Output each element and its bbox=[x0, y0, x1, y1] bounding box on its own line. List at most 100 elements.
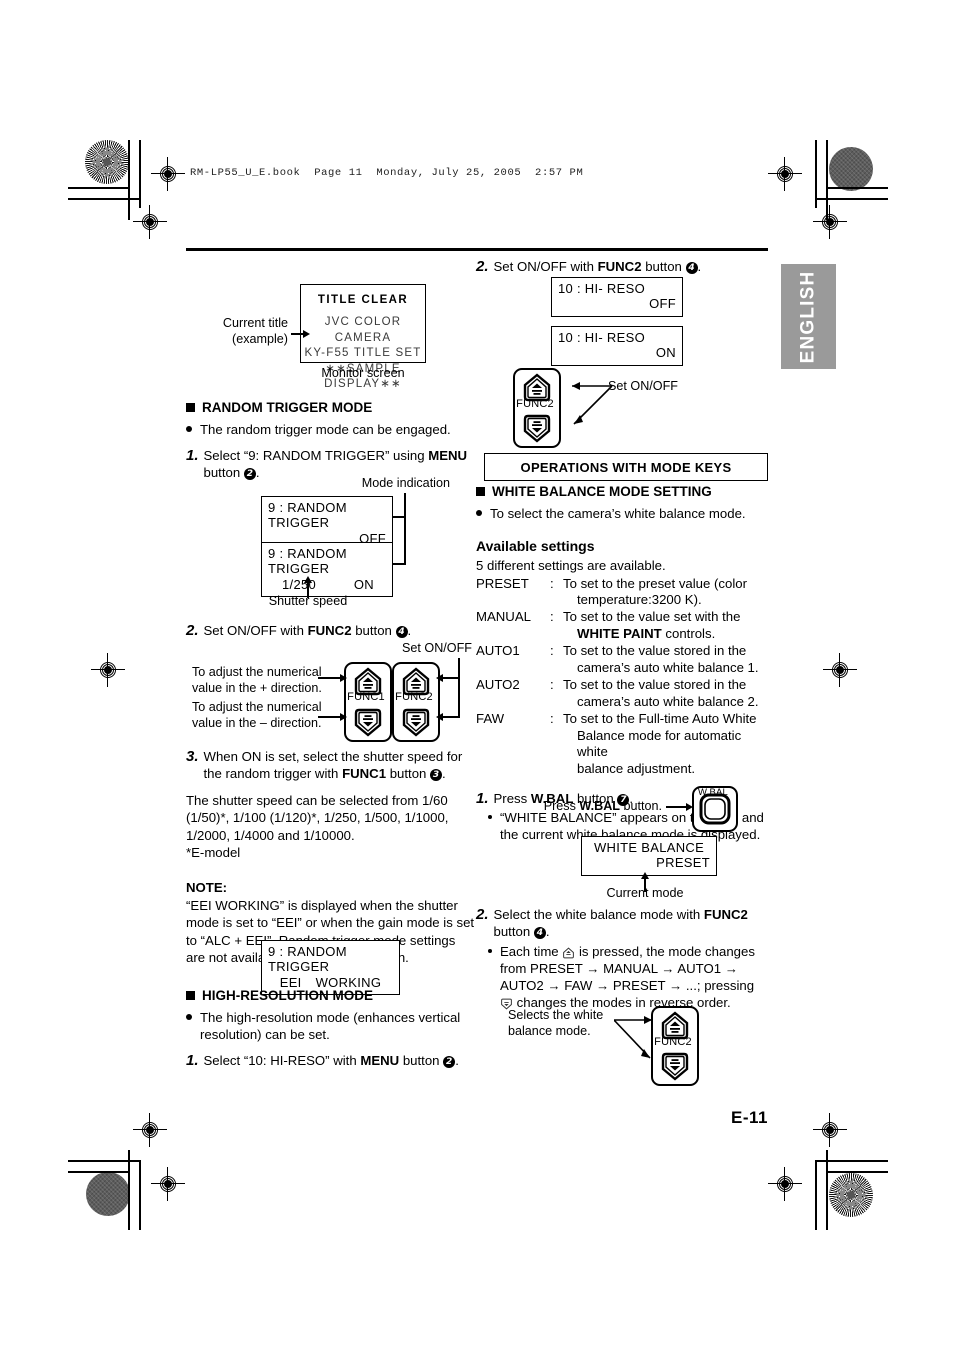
round-bullet-icon bbox=[186, 425, 192, 432]
hireso-step-2-text-end: . bbox=[697, 259, 702, 274]
note-label: NOTE: bbox=[186, 880, 228, 896]
mode-indication-leader-v bbox=[404, 493, 406, 565]
available-settings-title: Available settings bbox=[476, 538, 595, 555]
func2-button-ref: FUNC2 bbox=[597, 259, 642, 274]
step-2-text-b: button bbox=[351, 623, 396, 638]
step-2-text: Set ON/OFF with FUNC2 button 4. bbox=[204, 622, 411, 639]
wb-step-2-text: Select the white balance mode with FUNC2… bbox=[494, 906, 768, 941]
plus-direction-line2: value in the + direction. bbox=[192, 680, 322, 695]
crop-mark-bl-v1 bbox=[128, 1150, 130, 1230]
set-onoff-leader-h1-left bbox=[443, 677, 460, 679]
high-resolution-section: HIGH-RESOLUTION MODE The high-resolution… bbox=[186, 988, 476, 1070]
wb-step-2-sub-a: Each time bbox=[500, 943, 563, 959]
menu-button-ref: MENU bbox=[428, 448, 468, 464]
high-resolution-bullet: The high-resolution mode (enhances verti… bbox=[186, 1009, 476, 1043]
step-number: 2. bbox=[476, 906, 489, 923]
shutter-speed-arrow-icon bbox=[304, 576, 312, 583]
func-up-key-inline-icon bbox=[563, 947, 575, 959]
minus-direction-caption: To adjust the numerical value in the – d… bbox=[192, 700, 324, 731]
registration-crosshair-top-left-inner bbox=[133, 205, 167, 239]
plus-direction-caption: To adjust the numerical value in the + d… bbox=[192, 665, 324, 696]
crop-mark-tl-h2 bbox=[68, 198, 141, 200]
func2-key-label-left: FUNC2 bbox=[395, 691, 433, 703]
registration-crosshair-top-left-outer bbox=[151, 157, 185, 191]
step-3-text-end: . bbox=[442, 766, 446, 782]
hr-step-1-text-end: . bbox=[455, 1053, 459, 1069]
registration-crosshair-top-right-outer bbox=[768, 157, 802, 191]
crop-mark-bl-h2 bbox=[68, 1160, 141, 1162]
setting-desc: To set to the value set with the WHITE P… bbox=[563, 609, 768, 643]
registration-crosshair-bottom-left-inner bbox=[133, 1113, 167, 1147]
setting-desc: To set to the value stored in the camera… bbox=[563, 643, 768, 677]
lcd-white-balance-preset: WHITE BALANCE PRESET bbox=[581, 836, 717, 876]
plus-direction-leader bbox=[318, 677, 342, 679]
func1-key-label: FUNC1 bbox=[347, 691, 385, 703]
func1-button-ref: FUNC1 bbox=[342, 766, 387, 782]
table-row: MANUAL : To set to the value set with th… bbox=[476, 609, 768, 643]
shutter-speed-caption: Shutter speed bbox=[268, 594, 348, 608]
setting-desc-line2: temperature:3200 K). bbox=[577, 592, 702, 608]
white-paint-ref: WHITE PAINT bbox=[577, 626, 662, 642]
wb-step-2-text-b: button bbox=[493, 924, 534, 940]
setting-desc: To set to the preset value (color temper… bbox=[563, 576, 768, 610]
crop-mark-tl-h1 bbox=[68, 187, 130, 189]
hireso-step-2-text-b: button bbox=[641, 259, 686, 274]
press-wbal-leader bbox=[666, 806, 688, 808]
page-number: E-11 bbox=[731, 1108, 768, 1127]
emodel-note: *E-model bbox=[186, 845, 241, 861]
setting-desc-line2: WHITE PAINT controls. bbox=[563, 626, 768, 643]
monitor-line-1: JVC COLOR CAMERA bbox=[324, 316, 402, 344]
random-trigger-step-2-block: 2. Set ON/OFF with FUNC2 button 4. bbox=[186, 622, 476, 640]
setting-desc: To set to the value stored in the camera… bbox=[563, 677, 768, 711]
press-wbal-text-b: button. bbox=[619, 799, 662, 813]
setting-key: AUTO1 bbox=[476, 643, 520, 659]
step-number: 3. bbox=[186, 748, 199, 765]
setting-key: AUTO2 bbox=[476, 676, 520, 692]
setting-key: MANUAL bbox=[476, 609, 531, 625]
setting-key: FAW bbox=[476, 710, 505, 726]
registration-crosshair-bottom-right-inner bbox=[813, 1113, 847, 1147]
setting-desc-line3: balance adjustment. bbox=[577, 761, 696, 777]
registration-graydot-bottom-left bbox=[86, 1172, 130, 1216]
wb-step-1-text-a: Press bbox=[493, 791, 531, 807]
crop-mark-tr-h1 bbox=[826, 187, 888, 189]
circled-number-4-icon: 4 bbox=[395, 626, 408, 638]
current-title-caption: Current title (example) bbox=[188, 316, 288, 347]
crop-mark-br-h2 bbox=[815, 1160, 888, 1162]
step-number: 1. bbox=[186, 1052, 199, 1070]
circled-number-2-icon: 2 bbox=[243, 468, 256, 481]
random-trigger-heading: RANDOM TRIGGER MODE bbox=[186, 400, 476, 417]
hr-step-1-text-b: button bbox=[399, 1053, 444, 1069]
hr-step-1-text-a: Select “10: HI-RESO” with bbox=[203, 1053, 361, 1069]
lcd-hireso-off: 10 : HI- RESO OFF bbox=[551, 277, 683, 317]
step-1-text-a: Select “9: RANDOM TRIGGER” using bbox=[203, 448, 429, 464]
monitor-title-text: TITLE CLEAR bbox=[317, 294, 409, 306]
setting-colon: : bbox=[550, 609, 554, 625]
crop-mark-tr-v1 bbox=[826, 140, 828, 220]
set-onoff-caption-left: Set ON/OFF bbox=[402, 641, 472, 655]
current-mode-caption: Current mode bbox=[606, 886, 684, 900]
table-row: FAW : To set to the Full-time Auto White… bbox=[476, 711, 768, 779]
wb-step-2-text-a: Select the white balance mode with bbox=[493, 907, 704, 922]
selects-white-balance-leader bbox=[614, 1016, 652, 1059]
wbal-key-label: W.BAL bbox=[697, 787, 729, 798]
round-bullet-icon bbox=[488, 814, 492, 819]
lcd-line-1: 9 : RANDOM TRIGGER bbox=[268, 546, 347, 577]
setting-desc-line2: camera’s auto white balance 2. bbox=[577, 693, 759, 709]
func2-button-ref: FUNC2 bbox=[703, 907, 748, 922]
table-row: PRESET : To set to the preset value (col… bbox=[476, 576, 768, 610]
operations-with-mode-keys-box: OPERATIONS WITH MODE KEYS bbox=[484, 453, 768, 481]
random-trigger-bullet: The random trigger mode can be engaged. bbox=[186, 421, 476, 438]
setting-colon: : bbox=[550, 575, 554, 591]
random-trigger-heading-label: RANDOM TRIGGER MODE bbox=[202, 400, 373, 415]
round-bullet-icon bbox=[186, 1013, 192, 1020]
white-balance-heading-label: WHITE BALANCE MODE SETTING bbox=[492, 484, 712, 499]
minus-direction-line2: value in the – direction. bbox=[192, 715, 322, 730]
step-1-text-end: . bbox=[255, 465, 260, 481]
round-bullet-icon bbox=[476, 509, 482, 516]
set-onoff-arrow-1-left-icon bbox=[436, 673, 443, 682]
high-resolution-heading: HIGH-RESOLUTION MODE bbox=[186, 988, 476, 1005]
lcd-line-1: WHITE BALANCE bbox=[593, 840, 705, 855]
set-onoff-leader-h2-left bbox=[443, 716, 460, 718]
setting-desc-line1: To set to the Full-time Auto White bbox=[563, 710, 757, 726]
